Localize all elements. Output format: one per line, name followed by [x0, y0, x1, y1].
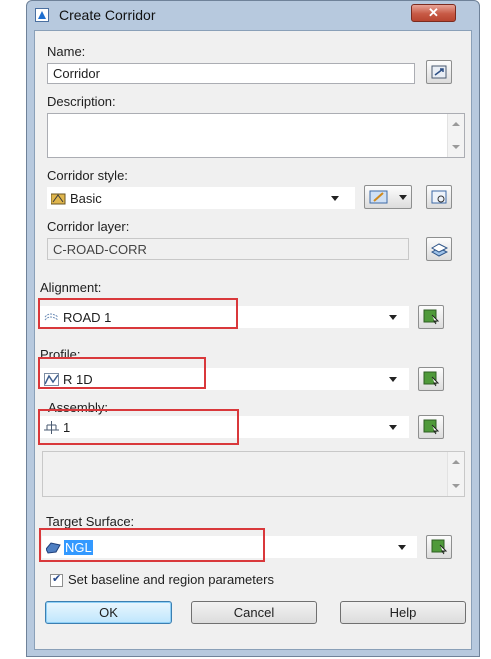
alignment-pick-button[interactable] [418, 305, 444, 329]
style-preview-button[interactable] [426, 185, 452, 209]
layers-icon [431, 243, 448, 257]
create-corridor-dialog: Create Corridor ✕ Name: Corridor Descrip… [26, 0, 480, 657]
description-scrollbar[interactable] [447, 114, 464, 157]
corridor-layer-label: Corridor layer: [47, 219, 130, 234]
scroll-up-icon [452, 122, 460, 126]
corridor-style-label: Corridor style: [47, 168, 128, 183]
chevron-down-icon [399, 195, 407, 200]
set-baseline-label: Set baseline and region parameters [68, 572, 274, 587]
alignment-combo[interactable]: ROAD 1 [40, 306, 409, 328]
profile-value: R 1D [63, 372, 93, 387]
chevron-down-icon [389, 315, 397, 320]
preview-style-icon [431, 190, 447, 204]
profile-icon [44, 373, 59, 386]
alignment-label: Alignment: [40, 280, 102, 295]
name-label: Name: [47, 44, 86, 59]
name-input[interactable]: Corridor [47, 63, 415, 84]
profile-pick-button[interactable] [418, 367, 444, 391]
edit-name-icon [431, 65, 447, 79]
civil3d-app-icon [35, 8, 49, 22]
alignment-value: ROAD 1 [63, 310, 112, 325]
dialog-title: Create Corridor [59, 7, 156, 23]
scroll-down-icon [452, 484, 460, 488]
close-button[interactable]: ✕ [411, 4, 456, 22]
assembly-value: 1 [63, 420, 71, 435]
name-template-button[interactable] [426, 60, 452, 84]
assembly-info-box [42, 451, 465, 497]
assembly-pick-button[interactable] [418, 415, 444, 439]
corridor-layer-field: C-ROAD-CORR [47, 238, 409, 260]
pick-from-drawing-icon [423, 419, 440, 435]
profile-combo[interactable]: R 1D [40, 368, 409, 390]
edit-style-icon [369, 190, 388, 204]
description-label: Description: [47, 94, 116, 109]
corridor-style-combo[interactable]: Basic [47, 187, 355, 209]
dialog-body: Name: Corridor Description: Corridor sty… [34, 30, 472, 650]
chevron-down-icon [398, 545, 406, 550]
assembly-info-scrollbar[interactable] [447, 452, 464, 496]
scroll-down-icon [452, 145, 460, 149]
layer-select-button[interactable] [426, 237, 452, 261]
ok-button[interactable]: OK [45, 601, 172, 624]
scroll-up-icon [452, 460, 460, 464]
assembly-combo[interactable]: 1 [40, 416, 409, 438]
alignment-icon [44, 313, 59, 321]
selected-text: NGL [64, 540, 93, 555]
corridor-style-icon [51, 193, 66, 205]
assembly-icon [44, 421, 59, 434]
description-input[interactable] [47, 113, 465, 158]
help-button[interactable]: Help [340, 601, 466, 624]
pick-from-drawing-icon [431, 539, 448, 555]
assembly-label: Assembly: [48, 400, 108, 415]
surface-icon [46, 542, 61, 554]
target-surface-combo[interactable]: NGL [42, 536, 417, 558]
cancel-button[interactable]: Cancel [191, 601, 317, 624]
target-surface-pick-button[interactable] [426, 535, 452, 559]
chevron-down-icon [331, 196, 339, 201]
set-baseline-checkbox[interactable] [50, 572, 63, 587]
chevron-down-icon [389, 377, 397, 382]
pick-from-drawing-icon [423, 371, 440, 387]
corridor-style-value: Basic [70, 191, 102, 206]
target-surface-value: NGL [64, 540, 93, 555]
profile-label: Profile: [40, 347, 81, 362]
title-bar[interactable]: Create Corridor ✕ [27, 1, 479, 29]
chevron-down-icon [389, 425, 397, 430]
pick-from-drawing-icon [423, 309, 440, 325]
style-edit-dropdown-button[interactable] [364, 185, 412, 209]
target-surface-label: Target Surface: [46, 514, 135, 529]
